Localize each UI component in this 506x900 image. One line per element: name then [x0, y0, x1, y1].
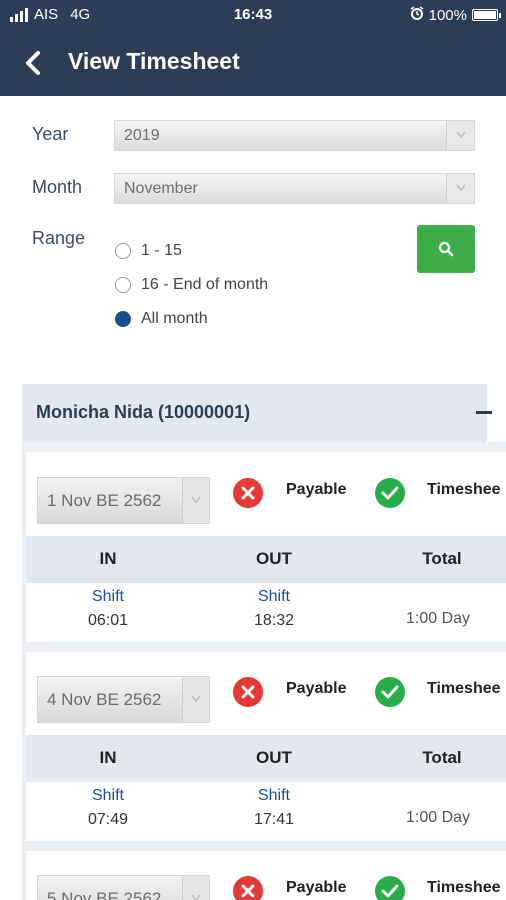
- range-option-all-month[interactable]: All month: [115, 310, 208, 328]
- app-header-bar: AIS 4G 16:43 100% View Timesheet: [0, 0, 506, 96]
- radio-icon: [115, 277, 131, 293]
- in-shift-link[interactable]: Shift: [68, 588, 148, 606]
- payable-label: Payable: [286, 680, 347, 697]
- year-label: Year: [32, 124, 69, 144]
- card-separator: [22, 642, 506, 652]
- table-header: IN OUT Total: [26, 536, 506, 583]
- chevron-down-icon: [446, 174, 474, 203]
- day-card: 1 Nov BE 2562 Payable Timeshee IN OUT To…: [26, 452, 506, 642]
- battery-icon: [472, 9, 501, 21]
- date-select[interactable]: 4 Nov BE 2562: [37, 676, 210, 723]
- col-total-header: Total: [422, 549, 462, 568]
- month-select[interactable]: November: [114, 173, 475, 204]
- range-label: Range: [32, 228, 86, 248]
- back-button[interactable]: [18, 48, 48, 78]
- status-bar: AIS 4G 16:43 100%: [0, 0, 506, 30]
- range-option-1-15[interactable]: 1 - 15: [115, 242, 182, 260]
- status-right: 100%: [410, 6, 501, 24]
- date-select[interactable]: 1 Nov BE 2562: [37, 477, 210, 524]
- in-time: 07:49: [87, 811, 129, 828]
- out-time: 18:32: [253, 612, 295, 629]
- year-select[interactable]: 2019: [114, 120, 475, 151]
- radio-selected-icon: [115, 311, 131, 327]
- total-value: 1:00 Day: [406, 610, 471, 627]
- page-title: View Timesheet: [68, 48, 240, 74]
- battery-percent: 100%: [428, 6, 467, 24]
- date-select[interactable]: 5 Nov BE 2562: [37, 875, 210, 900]
- chevron-down-icon: [182, 876, 209, 900]
- total-value: 1:00 Day: [406, 809, 471, 826]
- in-time: 06:01: [87, 612, 129, 629]
- employee-name: Monicha Nida (10000001): [36, 402, 251, 422]
- day-card: 4 Nov BE 2562 Payable Timeshee IN OUT To…: [26, 652, 506, 841]
- payable-label: Payable: [286, 879, 347, 896]
- out-time: 17:41: [253, 811, 295, 828]
- chevron-down-icon: [182, 677, 209, 722]
- date-value: 1 Nov BE 2562: [47, 491, 162, 510]
- close-icon: [233, 478, 263, 508]
- col-in-header: IN: [99, 549, 117, 568]
- timesheet-label: Timeshee: [427, 481, 501, 498]
- card-separator: [22, 841, 506, 851]
- table-header: IN OUT Total: [26, 735, 506, 782]
- month-value: November: [124, 180, 198, 197]
- in-shift-link[interactable]: Shift: [68, 787, 148, 805]
- check-icon: [375, 677, 405, 707]
- col-out-header: OUT: [256, 748, 292, 767]
- range-option-label: All month: [141, 310, 208, 327]
- close-icon: [233, 677, 263, 707]
- chevron-down-icon: [182, 478, 209, 523]
- range-option-label: 1 - 15: [141, 242, 182, 259]
- timesheet-label: Timeshee: [427, 680, 501, 697]
- day-card: 5 Nov BE 2562 Payable Timeshee: [26, 851, 506, 900]
- col-in-header: IN: [99, 748, 117, 767]
- check-icon: [375, 876, 405, 900]
- employee-header[interactable]: Monicha Nida (10000001): [22, 384, 492, 442]
- range-option-16-end[interactable]: 16 - End of month: [115, 276, 268, 294]
- col-out-header: OUT: [256, 549, 292, 568]
- year-value: 2019: [124, 127, 160, 144]
- radio-icon: [115, 243, 131, 259]
- month-label: Month: [32, 177, 83, 197]
- timesheet-label: Timeshee: [427, 879, 501, 896]
- nav-header: View Timesheet: [0, 30, 506, 96]
- search-icon: [438, 241, 454, 257]
- alarm-icon: [410, 6, 424, 24]
- check-icon: [375, 478, 405, 508]
- col-total-header: Total: [422, 748, 462, 767]
- search-button[interactable]: [417, 225, 475, 273]
- payable-label: Payable: [286, 481, 347, 498]
- close-icon: [233, 876, 263, 900]
- minus-icon[interactable]: [476, 404, 492, 422]
- out-shift-link[interactable]: Shift: [234, 787, 314, 805]
- card-separator: [22, 442, 506, 452]
- date-value: 4 Nov BE 2562: [47, 690, 162, 709]
- chevron-down-icon: [446, 121, 474, 150]
- date-value: 5 Nov BE 2562: [47, 889, 162, 900]
- chevron-left-icon: [26, 51, 40, 75]
- range-option-label: 16 - End of month: [141, 276, 269, 293]
- out-shift-link[interactable]: Shift: [234, 588, 314, 606]
